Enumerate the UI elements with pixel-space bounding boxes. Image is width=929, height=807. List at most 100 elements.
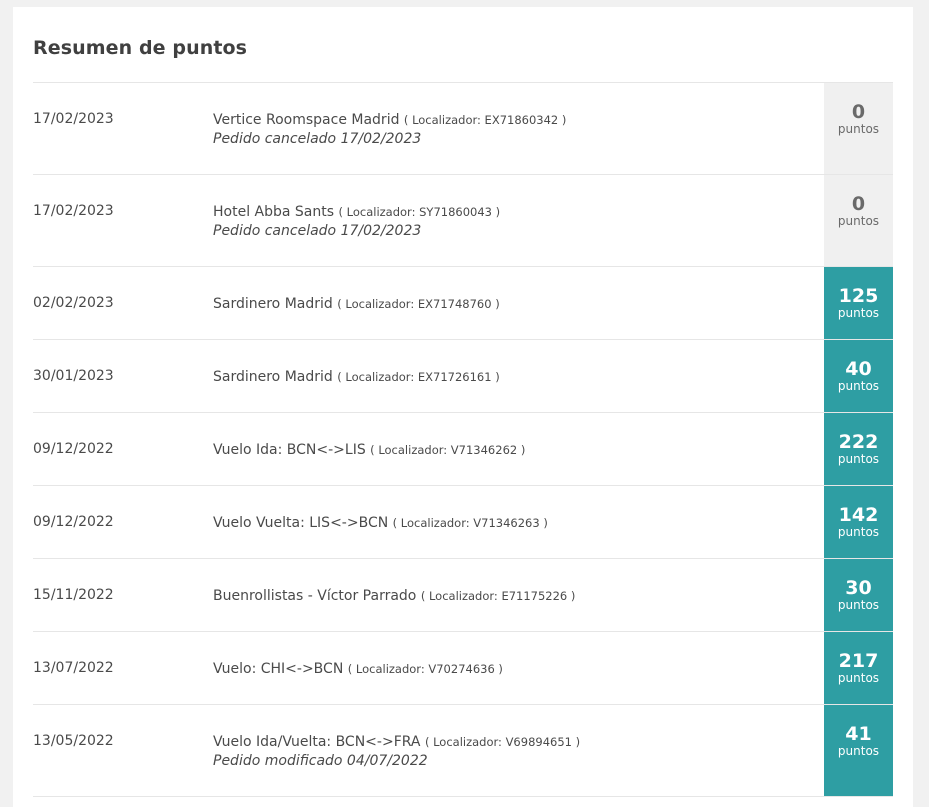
row-date: 17/02/2023 bbox=[33, 203, 114, 219]
points-row: 09/12/2022 Vuelo Ida: BCN<->LIS ( Localiz… bbox=[33, 413, 893, 486]
row-description: Buenrollistas - Víctor Parrado ( Localiz… bbox=[213, 587, 813, 606]
row-name: Sardinero Madrid bbox=[213, 296, 333, 312]
locator-code: V71346263 bbox=[473, 516, 540, 530]
points-unit: puntos bbox=[837, 525, 880, 539]
locator-prefix: ( Localizador: bbox=[337, 370, 418, 384]
row-description: Vertice Roomspace Madrid ( Localizador: … bbox=[213, 111, 813, 149]
row-locator: ( Localizador: V69894651 ) bbox=[425, 735, 580, 749]
locator-code: E71175226 bbox=[501, 589, 568, 603]
points-badge: 222 puntos bbox=[824, 413, 893, 485]
locator-prefix: ( Localizador: bbox=[424, 735, 506, 749]
row-name: Hotel Abba Sants bbox=[213, 204, 335, 220]
points-value: 30 bbox=[845, 577, 872, 599]
locator-code: EX71748760 bbox=[417, 297, 492, 311]
points-value: 217 bbox=[838, 650, 879, 672]
locator-code: EX71726161 bbox=[417, 370, 492, 384]
points-row: 13/07/2022 Vuelo: CHI<->BCN ( Localizador… bbox=[33, 632, 893, 705]
points-unit: puntos bbox=[837, 671, 880, 685]
locator-suffix: ) bbox=[517, 443, 526, 457]
row-description: Vuelo: CHI<->BCN ( Localizador: V7027463… bbox=[213, 660, 813, 679]
locator-suffix: ) bbox=[571, 735, 581, 749]
points-value: 40 bbox=[845, 358, 872, 380]
row-locator: ( Localizador: EX71860342 ) bbox=[404, 113, 566, 127]
points-row: 09/12/2022 Vuelo Vuelta: LIS<->BCN ( Loca… bbox=[33, 486, 893, 559]
points-badge: 41 puntos bbox=[824, 705, 893, 796]
points-unit: puntos bbox=[837, 214, 880, 228]
locator-prefix: ( Localizador: bbox=[370, 443, 451, 457]
row-note: Pedido cancelado 17/02/2023 bbox=[213, 131, 422, 147]
row-locator: ( Localizador: SY71860043 ) bbox=[339, 205, 501, 219]
row-description: Vuelo Vuelta: LIS<->BCN ( Localizador: V… bbox=[213, 514, 813, 533]
locator-code: EX71860342 bbox=[484, 113, 559, 127]
row-date: 17/02/2023 bbox=[33, 111, 114, 127]
row-date: 13/05/2022 bbox=[33, 733, 114, 749]
row-locator: ( Localizador: EX71748760 ) bbox=[337, 297, 499, 311]
points-unit: puntos bbox=[837, 306, 880, 320]
points-summary-card: Resumen de puntos 17/02/2023 Vertice Room… bbox=[13, 7, 913, 807]
points-badge: 0 puntos bbox=[824, 83, 893, 174]
locator-suffix: ) bbox=[567, 589, 576, 603]
row-date: 15/11/2022 bbox=[33, 587, 114, 603]
locator-suffix: ) bbox=[539, 516, 548, 530]
locator-suffix: ) bbox=[491, 370, 500, 384]
locator-prefix: ( Localizador: bbox=[347, 662, 429, 676]
points-badge: 125 puntos bbox=[824, 267, 893, 339]
row-locator: ( Localizador: E71175226 ) bbox=[421, 589, 576, 603]
locator-code: SY71860043 bbox=[419, 205, 492, 219]
row-date: 09/12/2022 bbox=[33, 514, 114, 530]
points-unit: puntos bbox=[837, 744, 880, 758]
points-row: 17/02/2023 Vertice Roomspace Madrid ( Loc… bbox=[33, 83, 893, 175]
points-badge: 30 puntos bbox=[824, 559, 893, 631]
row-date: 09/12/2022 bbox=[33, 441, 114, 457]
row-date: 02/02/2023 bbox=[33, 295, 114, 311]
locator-code: V69894651 bbox=[505, 735, 572, 749]
points-unit: puntos bbox=[837, 379, 880, 393]
row-description: Vuelo Ida: BCN<->LIS ( Localizador: V713… bbox=[213, 441, 813, 460]
locator-prefix: ( Localizador: bbox=[403, 113, 485, 127]
locator-suffix: ) bbox=[491, 205, 501, 219]
locator-prefix: ( Localizador: bbox=[338, 205, 420, 219]
locator-prefix: ( Localizador: bbox=[420, 589, 502, 603]
row-note: Pedido cancelado 17/02/2023 bbox=[213, 223, 422, 239]
row-locator: ( Localizador: V70274636 ) bbox=[348, 662, 503, 676]
points-badge: 142 puntos bbox=[824, 486, 893, 558]
row-description: Sardinero Madrid ( Localizador: EX717261… bbox=[213, 368, 813, 387]
points-badge: 0 puntos bbox=[824, 175, 893, 266]
points-row: 15/11/2022 Buenrollistas - Víctor Parrado… bbox=[33, 559, 893, 632]
row-name: Buenrollistas - Víctor Parrado bbox=[213, 588, 417, 604]
row-description: Hotel Abba Sants ( Localizador: SY718600… bbox=[213, 203, 813, 241]
points-badge: 217 puntos bbox=[824, 632, 893, 704]
points-row: 02/02/2023 Sardinero Madrid ( Localizador… bbox=[33, 267, 893, 340]
row-date: 13/07/2022 bbox=[33, 660, 114, 676]
row-note: Pedido modificado 04/07/2022 bbox=[213, 753, 428, 769]
locator-code: V71346262 bbox=[450, 443, 518, 457]
row-name: Vuelo Vuelta: LIS<->BCN bbox=[213, 515, 389, 531]
row-locator: ( Localizador: V71346262 ) bbox=[370, 443, 525, 457]
row-locator: ( Localizador: EX71726161 ) bbox=[337, 370, 499, 384]
row-name: Vuelo Ida/Vuelta: BCN<->FRA bbox=[213, 734, 421, 750]
points-unit: puntos bbox=[837, 452, 880, 466]
row-description: Sardinero Madrid ( Localizador: EX717487… bbox=[213, 295, 813, 314]
row-name: Sardinero Madrid bbox=[213, 369, 333, 385]
row-name: Vuelo: CHI<->BCN bbox=[213, 661, 344, 677]
row-name: Vuelo Ida: BCN<->LIS bbox=[213, 442, 366, 458]
points-unit: puntos bbox=[837, 122, 880, 136]
points-row: 17/02/2023 Hotel Abba Sants ( Localizador… bbox=[33, 175, 893, 267]
locator-suffix: ) bbox=[558, 113, 567, 127]
points-list: 17/02/2023 Vertice Roomspace Madrid ( Loc… bbox=[33, 82, 893, 797]
points-value: 142 bbox=[838, 504, 879, 526]
locator-code: V70274636 bbox=[428, 662, 495, 676]
locator-suffix: ) bbox=[491, 297, 500, 311]
points-value: 0 bbox=[851, 101, 866, 123]
points-value: 222 bbox=[838, 431, 879, 453]
row-locator: ( Localizador: V71346263 ) bbox=[393, 516, 548, 530]
points-value: 0 bbox=[851, 193, 866, 215]
points-row: 13/05/2022 Vuelo Ida/Vuelta: BCN<->FRA ( … bbox=[33, 705, 893, 797]
locator-prefix: ( Localizador: bbox=[392, 516, 474, 530]
row-name: Vertice Roomspace Madrid bbox=[213, 112, 400, 128]
row-date: 30/01/2023 bbox=[33, 368, 114, 384]
points-badge: 40 puntos bbox=[824, 340, 893, 412]
locator-prefix: ( Localizador: bbox=[337, 297, 418, 311]
points-unit: puntos bbox=[837, 598, 880, 612]
row-description: Vuelo Ida/Vuelta: BCN<->FRA ( Localizado… bbox=[213, 733, 813, 771]
